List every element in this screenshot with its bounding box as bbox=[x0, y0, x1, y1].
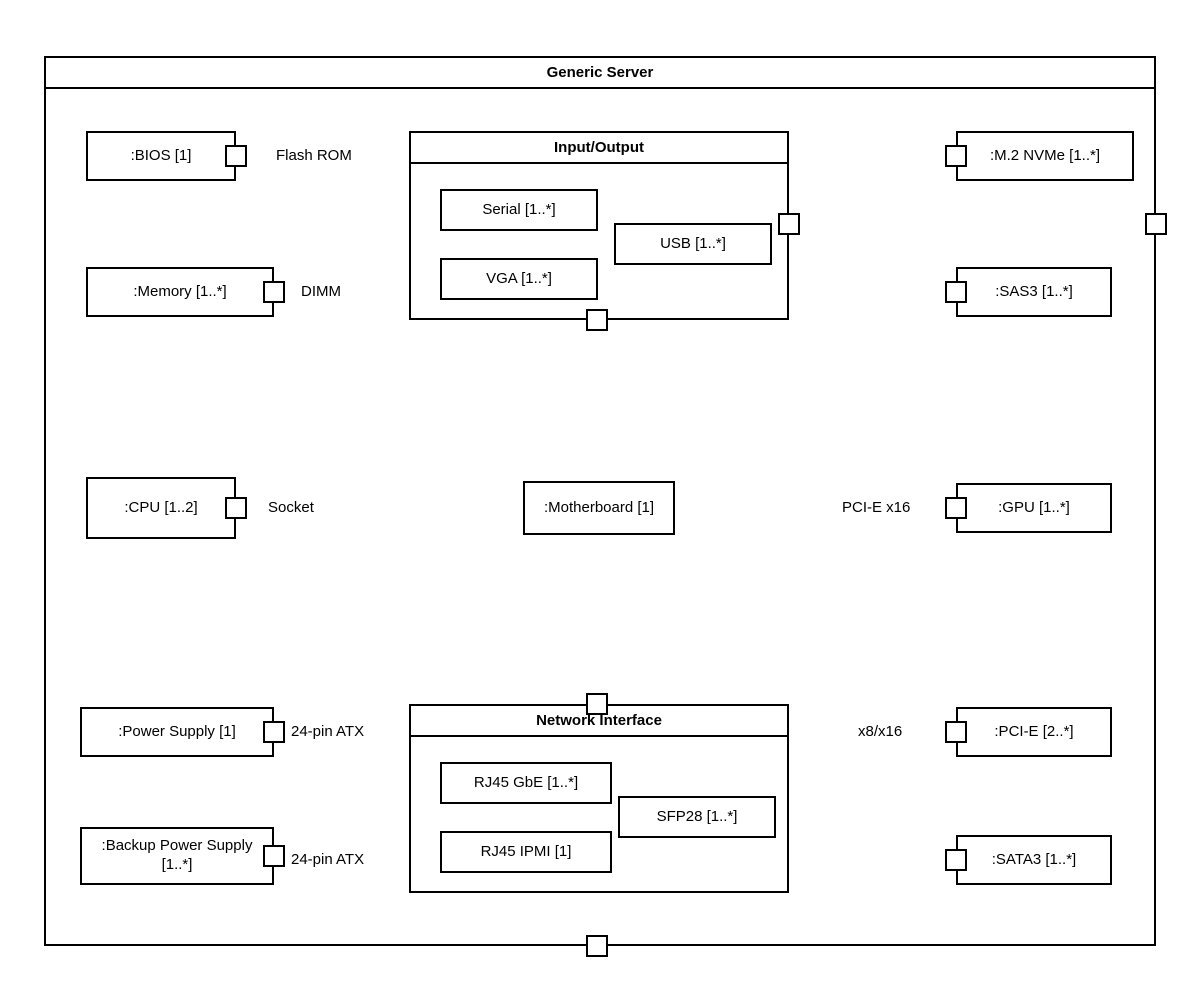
node-bpsu-label: :Backup Power Supply [1..*] bbox=[82, 829, 272, 883]
port-frame-bottom bbox=[586, 935, 608, 957]
port-bpsu bbox=[263, 845, 285, 867]
node-cpu: :CPU [1..2] bbox=[86, 477, 236, 539]
node-io-vga: VGA [1..*] bbox=[440, 258, 598, 300]
edge-x8x16: x8/x16 bbox=[856, 723, 904, 740]
edge-socket: Socket bbox=[266, 499, 316, 516]
edge-pciex16: PCI-E x16 bbox=[840, 499, 912, 516]
edge-atx2: 24-pin ATX bbox=[289, 851, 366, 868]
node-sata3-label: :SATA3 [1..*] bbox=[958, 837, 1110, 883]
node-psu: :Power Supply [1] bbox=[80, 707, 274, 757]
node-pcie: :PCI-E [2..*] bbox=[956, 707, 1112, 757]
edge-dimm: DIMM bbox=[299, 283, 343, 300]
port-bios bbox=[225, 145, 247, 167]
node-sata3: :SATA3 [1..*] bbox=[956, 835, 1112, 885]
node-bpsu: :Backup Power Supply [1..*] bbox=[80, 827, 274, 885]
port-gpu bbox=[945, 497, 967, 519]
node-io-vga-label: VGA [1..*] bbox=[442, 260, 596, 298]
port-net-top bbox=[586, 693, 608, 715]
node-gpu: :GPU [1..*] bbox=[956, 483, 1112, 533]
node-net-rj45gbe-label: RJ45 GbE [1..*] bbox=[442, 764, 610, 802]
node-psu-label: :Power Supply [1] bbox=[82, 709, 272, 755]
port-pcie bbox=[945, 721, 967, 743]
port-io-bottom bbox=[586, 309, 608, 331]
node-net-rj45ipmi-label: RJ45 IPMI [1] bbox=[442, 833, 610, 871]
node-io-serial: Serial [1..*] bbox=[440, 189, 598, 231]
node-io-usb-label: USB [1..*] bbox=[616, 225, 770, 263]
edge-atx1: 24-pin ATX bbox=[289, 723, 366, 740]
node-net-sfp28: SFP28 [1..*] bbox=[618, 796, 776, 838]
node-net-sfp28-label: SFP28 [1..*] bbox=[620, 798, 774, 836]
node-bios: :BIOS [1] bbox=[86, 131, 236, 181]
node-motherboard: :Motherboard [1] bbox=[523, 481, 675, 535]
port-memory bbox=[263, 281, 285, 303]
node-bios-label: :BIOS [1] bbox=[88, 133, 234, 179]
node-cpu-label: :CPU [1..2] bbox=[88, 479, 234, 537]
port-frame-right bbox=[1145, 213, 1167, 235]
diagram-canvas: Generic Server :BIOS [1] :Memory [1..*] … bbox=[0, 0, 1200, 988]
node-net-rj45ipmi: RJ45 IPMI [1] bbox=[440, 831, 612, 873]
node-memory-label: :Memory [1..*] bbox=[88, 269, 272, 315]
node-io-title: Input/Output bbox=[411, 133, 787, 164]
port-io-right bbox=[778, 213, 800, 235]
node-m2-nvme: :M.2 NVMe [1..*] bbox=[956, 131, 1134, 181]
node-sas3-label: :SAS3 [1..*] bbox=[958, 269, 1110, 315]
port-cpu bbox=[225, 497, 247, 519]
port-sas3 bbox=[945, 281, 967, 303]
node-io-serial-label: Serial [1..*] bbox=[442, 191, 596, 229]
node-io-usb: USB [1..*] bbox=[614, 223, 772, 265]
node-m2-label: :M.2 NVMe [1..*] bbox=[958, 133, 1132, 179]
node-net-rj45gbe: RJ45 GbE [1..*] bbox=[440, 762, 612, 804]
node-motherboard-label: :Motherboard [1] bbox=[525, 483, 673, 533]
port-psu bbox=[263, 721, 285, 743]
node-pcie-label: :PCI-E [2..*] bbox=[958, 709, 1110, 755]
port-m2 bbox=[945, 145, 967, 167]
node-gpu-label: :GPU [1..*] bbox=[958, 485, 1110, 531]
frame-title: Generic Server bbox=[46, 58, 1154, 89]
node-sas3: :SAS3 [1..*] bbox=[956, 267, 1112, 317]
node-memory: :Memory [1..*] bbox=[86, 267, 274, 317]
port-sata3 bbox=[945, 849, 967, 871]
edge-flashrom: Flash ROM bbox=[274, 147, 354, 164]
